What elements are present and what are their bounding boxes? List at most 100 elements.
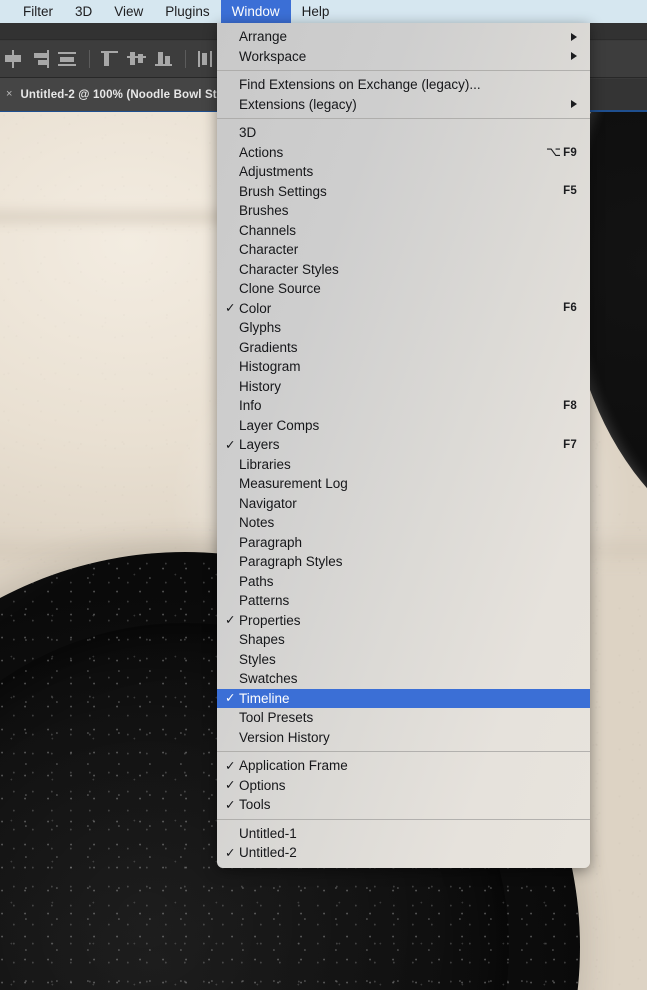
menubar-item-window[interactable]: Window bbox=[220, 0, 291, 23]
menu-item-application-frame[interactable]: ✓ Application Frame bbox=[217, 756, 590, 776]
document-tab[interactable]: × Untitled‑2 @ 100% (Noodle Bowl St bbox=[0, 78, 228, 111]
menu-item-options[interactable]: ✓ Options bbox=[217, 776, 590, 796]
menu-item-label: 3D bbox=[239, 125, 257, 141]
menu-item-arrange[interactable]: Arrange bbox=[217, 27, 590, 47]
menu-item-label: Character bbox=[239, 242, 299, 258]
menu-item-label: Libraries bbox=[239, 456, 291, 472]
menu-item-gradients[interactable]: Gradients bbox=[217, 338, 590, 358]
menubar-item-help[interactable]: Help bbox=[291, 0, 341, 23]
menu-item-find-extensions-on-exchange-legacy[interactable]: Find Extensions on Exchange (legacy)... bbox=[217, 75, 590, 95]
menu-item-libraries[interactable]: Libraries bbox=[217, 455, 590, 475]
menu-item-notes[interactable]: Notes bbox=[217, 513, 590, 533]
menu-item-timeline[interactable]: ✓ Timeline bbox=[217, 688, 590, 708]
menu-item-label: History bbox=[239, 378, 282, 394]
photoshop-window: × Untitled‑2 @ 100% (Noodle Bowl St Filt… bbox=[0, 0, 647, 990]
menubar-item-3d[interactable]: 3D bbox=[64, 0, 103, 23]
menubar-item-plugins[interactable]: Plugins bbox=[154, 0, 220, 23]
menu-item-histogram[interactable]: Histogram bbox=[217, 357, 590, 377]
menu-item-shortcut: F6 bbox=[563, 302, 577, 315]
menu-item-untitled-2[interactable]: ✓ Untitled‑2 bbox=[217, 843, 590, 863]
menu-item-label: Notes bbox=[239, 515, 275, 531]
menu-item-label: Shapes bbox=[239, 632, 285, 648]
align-top-edges-icon[interactable] bbox=[97, 48, 122, 70]
toolbar-separator bbox=[89, 50, 90, 68]
menu-item-character[interactable]: Character bbox=[217, 240, 590, 260]
menu-item-paths[interactable]: Paths bbox=[217, 572, 590, 592]
menu-item-label: Paragraph Styles bbox=[239, 554, 343, 570]
menu-item-color[interactable]: ✓ Color F6 bbox=[217, 299, 590, 319]
menu-item-actions[interactable]: Actions ⌥ F9 bbox=[217, 143, 590, 163]
menu-separator bbox=[217, 118, 590, 119]
menu-item-history[interactable]: History bbox=[217, 377, 590, 397]
menu-item-label: Color bbox=[239, 300, 272, 316]
align-bottom-edges-icon[interactable] bbox=[151, 48, 176, 70]
menu-item-label: Actions bbox=[239, 144, 284, 160]
menu-item-label: Styles bbox=[239, 651, 276, 667]
menu-item-paragraph-styles[interactable]: Paragraph Styles bbox=[217, 552, 590, 572]
submenu-arrow-icon bbox=[571, 100, 577, 109]
menu-item-label: Paths bbox=[239, 573, 274, 589]
menu-item-layers[interactable]: ✓ Layers F7 bbox=[217, 435, 590, 455]
menu-item-tools[interactable]: ✓ Tools bbox=[217, 795, 590, 815]
menu-item-label: Channels bbox=[239, 222, 297, 238]
menu-item-label: Workspace bbox=[239, 48, 307, 64]
align-vertical-center-icon[interactable] bbox=[1, 48, 26, 70]
menu-item-swatches[interactable]: Swatches bbox=[217, 669, 590, 689]
menu-item-version-history[interactable]: Version History bbox=[217, 728, 590, 748]
menu-item-label: Clone Source bbox=[239, 281, 321, 297]
distribute-vertical-centers-icon[interactable] bbox=[193, 48, 218, 70]
menu-item-label: Adjustments bbox=[239, 164, 314, 180]
menu-item-styles[interactable]: Styles bbox=[217, 650, 590, 670]
menu-separator bbox=[217, 70, 590, 71]
menu-item-brush-settings[interactable]: Brush Settings F5 bbox=[217, 182, 590, 202]
menu-item-label: Arrange bbox=[239, 29, 288, 45]
close-icon[interactable]: × bbox=[6, 89, 12, 100]
menu-item-clone-source[interactable]: Clone Source bbox=[217, 279, 590, 299]
menubar-item-filter[interactable]: Filter bbox=[12, 0, 64, 23]
menu-item-label: Extensions (legacy) bbox=[239, 96, 357, 112]
menu-item-paragraph[interactable]: Paragraph bbox=[217, 533, 590, 553]
toolbar-separator bbox=[185, 50, 186, 68]
menu-item-label: Glyphs bbox=[239, 320, 282, 336]
menu-item-label: Brush Settings bbox=[239, 183, 327, 199]
menu-item-label: Layer Comps bbox=[239, 417, 320, 433]
menu-item-label: Character Styles bbox=[239, 261, 339, 277]
checkmark-icon: ✓ bbox=[225, 437, 236, 452]
menu-item-label: Find Extensions on Exchange (legacy)... bbox=[239, 77, 481, 93]
align-right-edges-icon[interactable] bbox=[28, 48, 53, 70]
menu-item-label: Histogram bbox=[239, 359, 301, 375]
menu-item-label: Measurement Log bbox=[239, 476, 348, 492]
distribute-horizontal-centers-icon[interactable] bbox=[124, 48, 149, 70]
menu-item-info[interactable]: Info F8 bbox=[217, 396, 590, 416]
menubar-item-view[interactable]: View bbox=[103, 0, 154, 23]
menu-item-measurement-log[interactable]: Measurement Log bbox=[217, 474, 590, 494]
menu-item-label: Version History bbox=[239, 729, 330, 745]
menu-item-3d[interactable]: 3D bbox=[217, 123, 590, 143]
checkmark-icon: ✓ bbox=[225, 758, 236, 773]
align-horizontal-center-icon[interactable] bbox=[55, 48, 80, 70]
menu-item-extensions-legacy[interactable]: Extensions (legacy) bbox=[217, 95, 590, 115]
menu-item-character-styles[interactable]: Character Styles bbox=[217, 260, 590, 280]
menu-item-shortcut: F8 bbox=[563, 399, 577, 412]
menu-item-tool-presets[interactable]: Tool Presets bbox=[217, 708, 590, 728]
menu-item-label: Application Frame bbox=[239, 758, 348, 774]
menu-item-untitled-1[interactable]: Untitled‑1 bbox=[217, 824, 590, 844]
option-key-icon: ⌥ bbox=[545, 144, 562, 160]
menu-item-brushes[interactable]: Brushes bbox=[217, 201, 590, 221]
menu-item-workspace[interactable]: Workspace bbox=[217, 47, 590, 67]
menu-item-label: Brushes bbox=[239, 203, 289, 219]
menu-item-label: Layers bbox=[239, 437, 280, 453]
menu-item-layer-comps[interactable]: Layer Comps bbox=[217, 416, 590, 436]
menu-item-channels[interactable]: Channels bbox=[217, 221, 590, 241]
menu-item-adjustments[interactable]: Adjustments bbox=[217, 162, 590, 182]
menu-item-properties[interactable]: ✓ Properties bbox=[217, 611, 590, 631]
menu-item-shapes[interactable]: Shapes bbox=[217, 630, 590, 650]
menu-item-glyphs[interactable]: Glyphs bbox=[217, 318, 590, 338]
menu-item-patterns[interactable]: Patterns bbox=[217, 591, 590, 611]
menu-item-label: Patterns bbox=[239, 593, 290, 609]
menu-item-label: Info bbox=[239, 398, 262, 414]
window-dropdown-menu[interactable]: Arrange Workspace Find Extensions on Excha… bbox=[217, 23, 590, 868]
menu-item-label: Navigator bbox=[239, 495, 297, 511]
menu-separator bbox=[217, 751, 590, 752]
menu-item-navigator[interactable]: Navigator bbox=[217, 494, 590, 514]
